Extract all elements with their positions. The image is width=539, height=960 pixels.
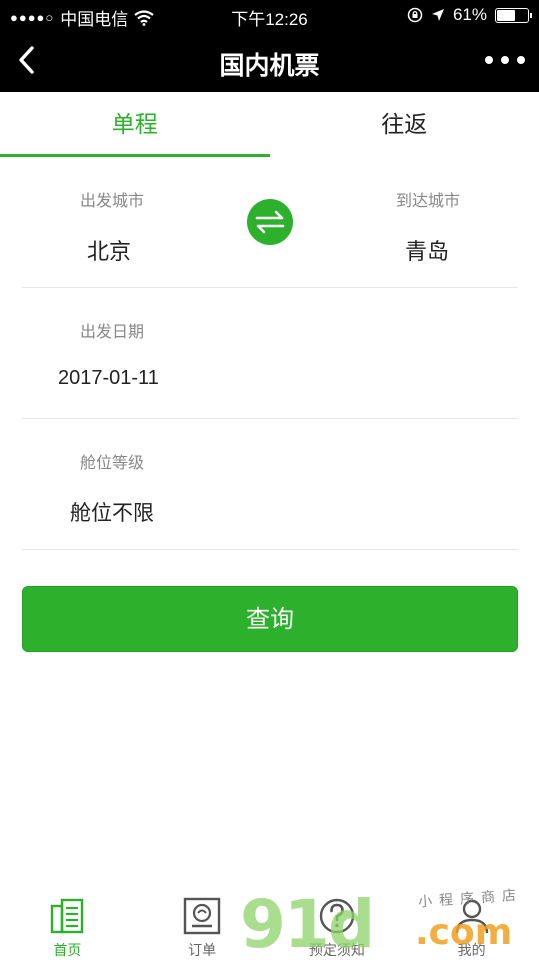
rotation-lock-icon [407,7,423,23]
swap-arrows-icon [255,210,285,234]
more-dot [517,56,525,64]
user-icon [455,899,488,934]
location-arrow-icon [431,9,444,21]
depart-city-label: 出发城市 [80,193,145,210]
swap-cities-button[interactable] [247,199,293,245]
cabin-row[interactable]: 舱位等级 舱位不限 [22,419,518,550]
trip-type-tabs: 单程 往返 [0,92,539,158]
tabbar-label-notice: 预定须知 [308,942,365,958]
date-label: 出发日期 [80,324,145,341]
tabbar-label-home: 首页 [53,942,82,958]
order-icon [183,897,221,935]
arrive-city-label: 到达城市 [396,193,461,210]
battery-percent: 61% [452,5,487,24]
more-dot [501,56,509,64]
bottom-tab-bar: 首页 订单 预定须知 我的 [0,890,539,960]
more-dot [485,56,493,64]
tabbar-item-notice[interactable]: 预定须知 [270,890,405,960]
depart-city[interactable]: 北京 [87,234,131,266]
tabbar-item-profile[interactable]: 我的 [404,890,539,960]
tabbar-label-profile: 我的 [457,942,486,958]
tab-round-trip[interactable]: 往返 [270,92,539,158]
nav-bar: 国内机票 [0,30,539,92]
search-button[interactable]: 查询 [22,586,518,652]
date-row[interactable]: 出发日期 2017-01-11 [22,288,518,419]
depart-date[interactable]: 2017-01-11 [58,367,159,390]
home-icon [51,898,84,934]
cabin-label: 舱位等级 [80,455,145,472]
cabin-class[interactable]: 舱位不限 [70,497,154,527]
tabbar-label-orders: 订单 [188,942,217,958]
page-title: 国内机票 [219,52,320,80]
status-bar: ●●●●○ 中国电信 下午12:26 61% [0,0,539,30]
battery-icon [495,7,532,23]
tabbar-item-home[interactable]: 首页 [0,890,135,960]
arrive-city[interactable]: 青岛 [405,234,449,266]
tab-one-way[interactable]: 单程 [0,92,270,158]
more-button[interactable] [485,45,525,75]
question-icon [319,898,355,934]
tabbar-item-orders[interactable]: 订单 [135,890,270,960]
